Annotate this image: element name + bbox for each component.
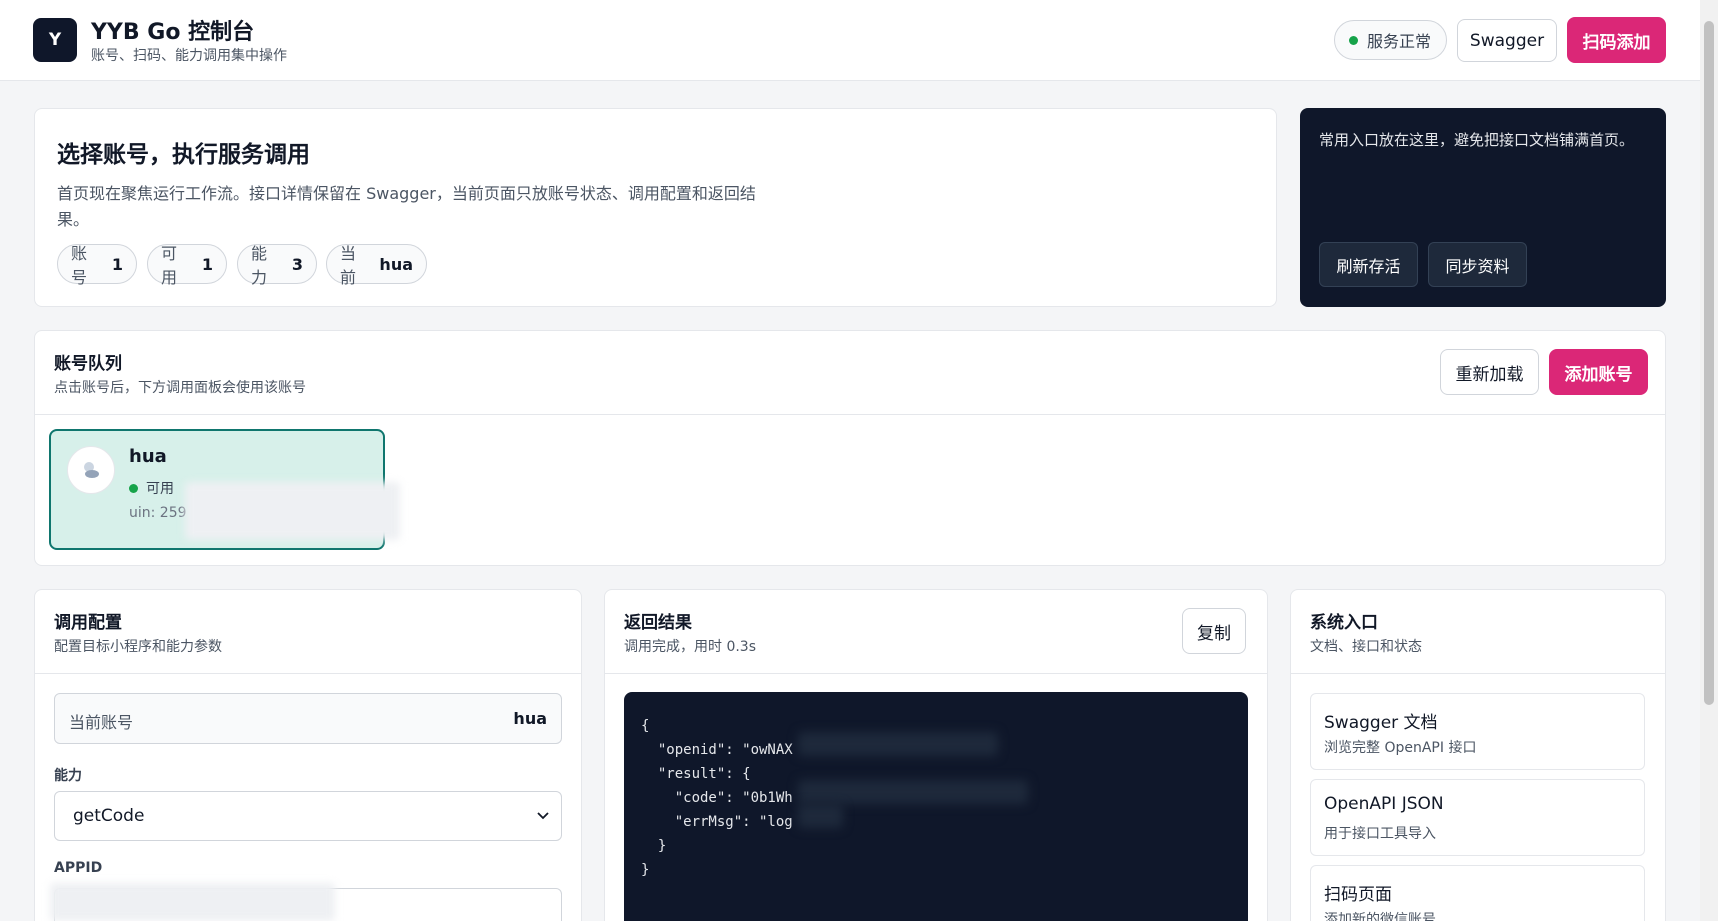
refresh-alive-button[interactable]: 刷新存活	[1319, 242, 1418, 287]
stat-chip-accounts: 账号 1	[57, 244, 137, 287]
shortcut-card: 常用入口放在这里，避免把接口文档铺满首页。 刷新存活 同步资料	[1300, 108, 1666, 307]
account-name: hua	[129, 446, 167, 467]
top-bar: Y YYB Go 控制台 账号、扫码、能力调用集中操作 服务正常 Swagger…	[0, 0, 1700, 81]
ability-label: 能力	[54, 768, 82, 784]
ability-select-value: getCode	[73, 806, 145, 826]
current-account-label: 当前账号	[69, 713, 134, 732]
avatar	[67, 446, 115, 494]
call-config-panel: 调用配置 配置目标小程序和能力参数 当前账号 hua 能力 getCode AP…	[34, 589, 582, 921]
stat-chip-abilities: 能力 3	[237, 244, 317, 287]
account-uin: uin: 259	[129, 505, 187, 521]
shortcut-text: 常用入口放在这里，避免把接口文档铺满首页。	[1319, 131, 1635, 149]
hero-description: 首页现在聚焦运行工作流。接口详情保留在 Swagger，当前页面只放账号状态、调…	[57, 184, 756, 229]
config-subtitle: 配置目标小程序和能力参数	[54, 639, 222, 655]
redacted-region	[798, 804, 843, 828]
service-status-badge: 服务正常	[1334, 20, 1447, 60]
add-account-button[interactable]: 添加账号	[1549, 349, 1648, 395]
scrollbar-thumb[interactable]	[1704, 21, 1714, 705]
redacted-region	[798, 780, 1028, 804]
chevron-down-icon	[537, 812, 549, 820]
current-account-field: 当前账号 hua	[54, 693, 562, 744]
hero-card: 选择账号，执行服务调用 首页现在聚焦运行工作流。接口详情保留在 Swagger，…	[34, 108, 1277, 307]
scan-page-link[interactable]: 扫码页面 添加新的微信账号	[1310, 865, 1645, 921]
system-divider	[1291, 673, 1665, 674]
appid-label: APPID	[54, 860, 103, 876]
swagger-button[interactable]: Swagger	[1457, 19, 1557, 62]
status-dot-icon	[129, 483, 138, 493]
account-status: 可用	[129, 478, 174, 498]
redacted-region	[50, 883, 335, 921]
queue-title: 账号队列	[54, 354, 122, 374]
swagger-docs-link[interactable]: Swagger 文档 浏览完整 OpenAPI 接口	[1310, 693, 1645, 770]
result-subtitle: 调用完成，用时 0.3s	[624, 639, 757, 655]
system-title: 系统入口	[1310, 613, 1378, 633]
hero-title: 选择账号，执行服务调用	[57, 142, 310, 168]
avatar-icon	[84, 462, 99, 478]
copy-button[interactable]: 复制	[1182, 608, 1246, 654]
config-divider	[35, 673, 581, 674]
openapi-json-link[interactable]: OpenAPI JSON 用于接口工具导入	[1310, 779, 1645, 856]
system-subtitle: 文档、接口和状态	[1310, 639, 1422, 655]
reload-button[interactable]: 重新加载	[1440, 349, 1539, 395]
stat-chip-available: 可用 1	[147, 244, 227, 287]
result-panel: 返回结果 调用完成，用时 0.3s 复制 { "openid": "owNAX …	[604, 589, 1268, 921]
ability-select[interactable]: getCode	[54, 791, 562, 841]
app-subtitle: 账号、扫码、能力调用集中操作	[91, 48, 287, 64]
queue-divider	[35, 414, 1665, 415]
current-account-value: hua	[513, 709, 547, 728]
config-title: 调用配置	[54, 613, 122, 633]
queue-subtitle: 点击账号后，下方调用面板会使用该账号	[54, 380, 306, 396]
redacted-region	[185, 482, 400, 540]
system-entry-panel: 系统入口 文档、接口和状态 Swagger 文档 浏览完整 OpenAPI 接口…	[1290, 589, 1666, 921]
app-logo: Y	[33, 18, 77, 62]
service-status-label: 服务正常	[1367, 32, 1432, 51]
result-code-block: { "openid": "owNAX "result": { "code": "…	[624, 692, 1248, 921]
app-title: YYB Go 控制台	[91, 20, 255, 45]
sync-profile-button[interactable]: 同步资料	[1428, 242, 1527, 287]
status-dot-icon	[1349, 35, 1358, 45]
result-title: 返回结果	[624, 613, 692, 633]
scan-add-button[interactable]: 扫码添加	[1567, 17, 1666, 63]
redacted-region	[798, 732, 998, 756]
stat-chip-current: 当前 hua	[326, 244, 427, 287]
account-status-label: 可用	[146, 481, 174, 497]
result-divider	[605, 673, 1267, 674]
